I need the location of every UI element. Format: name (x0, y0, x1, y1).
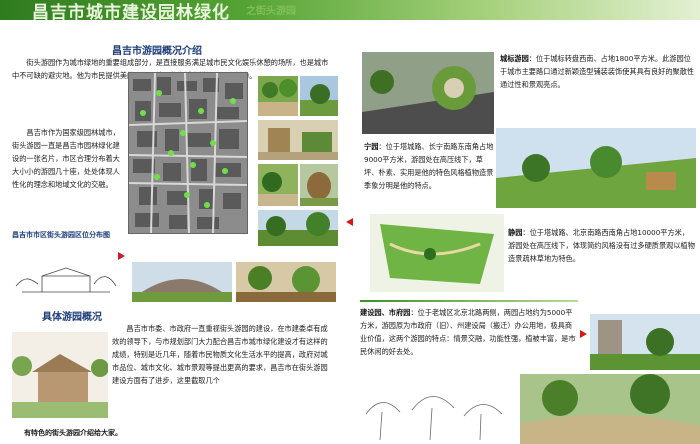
park-photo-3 (258, 120, 338, 160)
bottom-tree-sketch (360, 382, 516, 441)
divider (360, 300, 578, 302)
arrow-right-icon-2 (580, 330, 587, 338)
garden-photo (236, 262, 336, 302)
jingyuan-plan (370, 214, 504, 292)
park-photo-2 (300, 76, 338, 116)
park-photo-6 (258, 210, 338, 246)
park-photo-1 (258, 76, 298, 116)
page-title: 昌吉市城市建设园林绿化 (32, 3, 230, 23)
jianshe-photo-1 (590, 314, 700, 370)
park-info-chengbiao: 城标游园：位于城标转盘西南、占地1800平方米。此游园位于城市主要路口通过新颖造… (500, 52, 696, 91)
park-distribution-map (128, 72, 248, 234)
intro-paragraph-2: 昌吉市作为国家级园林城市，街头游园一直是昌吉市园林绿化建设的一张名片，市区合理分… (12, 128, 120, 189)
park-photo-4 (258, 164, 298, 206)
arrow-left-icon (346, 218, 353, 226)
overview-title: 昌吉市游园概况介绍 (112, 46, 202, 57)
jianshe-photo-2 (520, 374, 700, 444)
park-photo-5 (300, 164, 338, 206)
arrow-right-icon (118, 252, 125, 260)
park-info-jingyuan: 静园：位于塔城路、北京南路西南角占地10000平方米，游园处在高压线下，体现简约… (508, 226, 696, 265)
detail-title: 具体游园概况 (42, 312, 102, 323)
page-subtitle: 之街头游园 (246, 6, 296, 17)
stadium-photo (132, 262, 232, 302)
ningyuan-photo (496, 128, 696, 208)
gazebo-sketch (12, 262, 120, 298)
park-info-jianshe: 建设园、市府园：位于老城区北京北路两侧，两园占地约为5000平方米，游园原为市政… (360, 306, 578, 358)
city-emblem-park-photo (362, 52, 494, 134)
pavilion-sketch (12, 332, 109, 418)
sketch-caption: 有特色的街头游园介绍给大家。 (24, 429, 122, 437)
map-caption: 昌吉市市区街头游园区位分布图 (12, 231, 110, 239)
detail-paragraph: 昌吉市市委、市政府一直重视街头游园的建设，在市建委卓有成效的领导下，与市规划部门… (112, 324, 328, 385)
park-info-ningyuan: 宁园：位于塔城路、长宁南路东南角占地9000平方米，游园处在高压线下，草坪、朴素… (364, 140, 494, 192)
